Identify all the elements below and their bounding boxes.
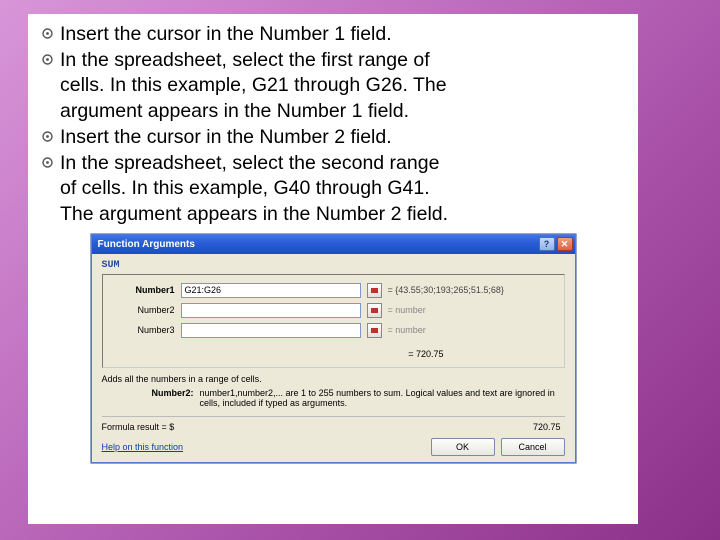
bullet-icon <box>42 125 60 151</box>
arg2-label: Number2 <box>113 305 175 315</box>
help-link[interactable]: Help on this function <box>102 442 184 452</box>
bullet-2-line1: In the spreadsheet, select the first ran… <box>60 49 430 71</box>
number1-input[interactable] <box>181 283 361 298</box>
function-description: Adds all the numbers in a range of cells… <box>102 374 565 384</box>
function-name: SUM <box>102 258 565 274</box>
bullet-2-line3: argument appears in the Number 1 field. <box>60 100 409 122</box>
function-arguments-dialog: Function Arguments ? ✕ SUM Number1 = {43… <box>91 234 576 463</box>
arguments-panel: Number1 = {43.55;30;193;265;51.5;68} Num… <box>102 274 565 368</box>
formula-result-label: Formula result = $ <box>102 422 465 432</box>
bullet-icon <box>42 151 60 177</box>
help-icon[interactable]: ? <box>539 237 555 251</box>
number3-input[interactable] <box>181 323 361 338</box>
arg3-preview: = number <box>388 325 426 335</box>
arg2-preview: = number <box>388 305 426 315</box>
inline-result: = 720.75 <box>113 343 554 361</box>
bullet-2-line2: cells. In this example, G21 through G26.… <box>60 74 447 96</box>
dialog-titlebar[interactable]: Function Arguments ? ✕ <box>92 235 575 254</box>
dialog-title: Function Arguments <box>98 239 195 250</box>
arg1-label: Number1 <box>113 285 175 295</box>
close-icon[interactable]: ✕ <box>557 237 573 251</box>
arg3-label: Number3 <box>113 325 175 335</box>
bullet-icon <box>42 48 60 74</box>
range-selector-button[interactable] <box>367 283 382 298</box>
bullet-4-line3: The argument appears in the Number 2 fie… <box>60 203 448 225</box>
arg1-preview: = {43.55;30;193;265;51.5;68} <box>388 285 504 295</box>
bullet-3: Insert the cursor in the Number 2 field. <box>60 126 392 148</box>
bullet-icon <box>42 22 60 48</box>
number2-input[interactable] <box>181 303 361 318</box>
bullet-4-line1: In the spreadsheet, select the second ra… <box>60 152 439 174</box>
bullet-4-line2: of cells. In this example, G40 through G… <box>60 177 430 199</box>
cancel-button[interactable]: Cancel <box>501 438 565 456</box>
argdesc-label: Number2: <box>102 388 194 408</box>
instruction-text: Insert the cursor in the Number 1 field.… <box>42 22 624 228</box>
range-selector-button[interactable] <box>367 303 382 318</box>
ok-button[interactable]: OK <box>431 438 495 456</box>
formula-result-value: 720.75 <box>465 422 565 432</box>
argdesc-text: number1,number2,... are 1 to 255 numbers… <box>200 388 565 408</box>
range-selector-button[interactable] <box>367 323 382 338</box>
bullet-1: Insert the cursor in the Number 1 field. <box>60 23 392 45</box>
